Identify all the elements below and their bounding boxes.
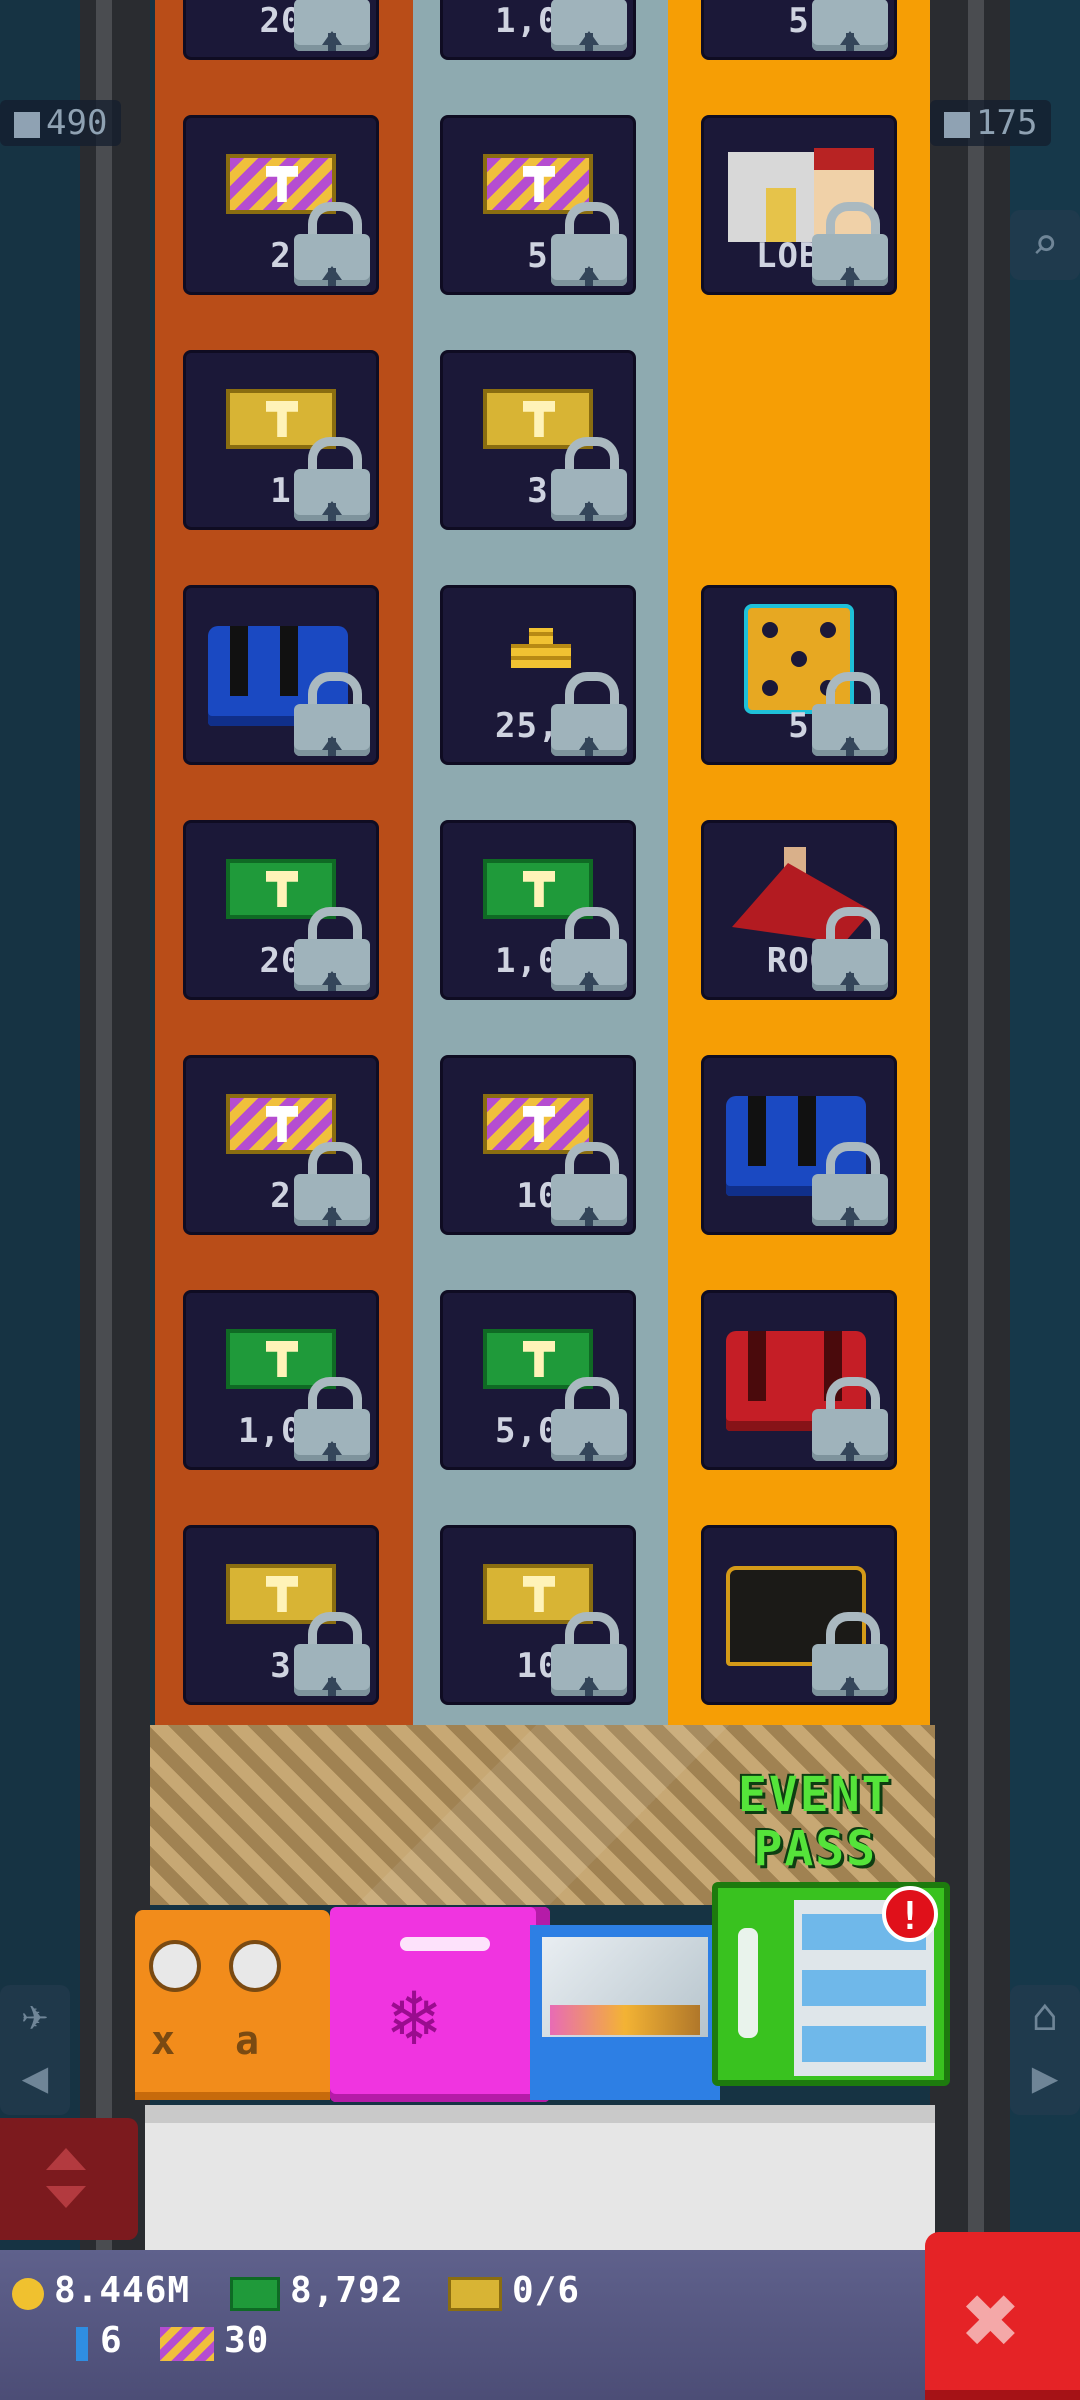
striped-ticket-resource: 30 — [160, 2320, 269, 2361]
reward-tile-gold-ticket[interactable]: 3 — [183, 1525, 379, 1705]
lock-icon — [551, 907, 627, 991]
cash-icon — [230, 2277, 280, 2311]
magnifier-icon: ⌕ — [1031, 219, 1059, 270]
lock-icon — [294, 1142, 370, 1226]
oven-glyph: a — [235, 2018, 260, 2064]
resource-bar: 8.446M 8,792 0/6 6 30 — [0, 2250, 925, 2400]
lobby-counter — [145, 2105, 935, 2250]
golden-ticket-icon — [448, 2277, 502, 2311]
arrow-down-icon — [46, 2186, 86, 2208]
reward-tile-cash[interactable]: 1,00 — [440, 820, 636, 1000]
elevator-button[interactable] — [0, 2118, 138, 2240]
lock-icon — [294, 0, 370, 51]
display-case[interactable] — [530, 1925, 720, 2100]
home-icon: ⌂ — [1031, 1990, 1059, 2041]
lock-icon — [294, 202, 370, 286]
reward-tile-cash[interactable]: 20 — [183, 0, 379, 60]
zoom-button[interactable]: ⌕ — [1010, 210, 1080, 280]
oven-knob-icon — [149, 1940, 201, 1992]
fridge-handle — [738, 1928, 758, 2038]
lock-icon — [551, 1142, 627, 1226]
reward-tile-lobby[interactable]: LOBB — [701, 115, 897, 295]
freezer-handle — [400, 1937, 490, 1951]
tickets-resource: 0/6 — [448, 2270, 580, 2311]
cash-resource: 8,792 — [230, 2270, 403, 2311]
reward-tile-cash[interactable]: 20 — [183, 820, 379, 1000]
left-wall-pillar — [96, 0, 112, 2250]
reward-tile-black-chest[interactable] — [701, 1525, 897, 1705]
building-icon — [944, 111, 970, 138]
reward-tile-striped-ticket[interactable]: 2 — [183, 1055, 379, 1235]
lock-icon — [812, 1142, 888, 1226]
reward-tile-blue-chest[interactable] — [701, 1055, 897, 1235]
reward-tile-gold-ticket[interactable]: 1 — [183, 350, 379, 530]
lock-icon — [812, 1612, 888, 1696]
close-icon: ✖ — [963, 2264, 1021, 2376]
lock-icon — [294, 672, 370, 756]
population-counter: 490 — [0, 100, 122, 146]
lock-icon — [551, 202, 627, 286]
oven-knob-icon — [229, 1940, 281, 1992]
reward-tile-cash[interactable]: 5,00 — [440, 1290, 636, 1470]
close-button[interactable]: ✖ — [925, 2232, 1080, 2400]
lock-icon — [812, 202, 888, 286]
arrow-up-icon — [46, 2148, 86, 2170]
lock-icon — [551, 437, 627, 521]
lock-icon — [551, 672, 627, 756]
reward-tile-coins[interactable]: 25,0 — [440, 585, 636, 765]
oven-machine[interactable]: x a — [135, 1910, 330, 2100]
lock-icon — [551, 1377, 627, 1461]
lock-icon — [812, 672, 888, 756]
lock-icon — [812, 1377, 888, 1461]
reward-tile-cash[interactable]: 5 — [701, 0, 897, 60]
reward-tile-striped-ticket[interactable]: 10 — [440, 1055, 636, 1235]
lock-icon — [294, 437, 370, 521]
reward-tile-roof[interactable]: ROO — [701, 820, 897, 1000]
left-nav-button[interactable]: ✈ ◀ — [0, 1985, 70, 2115]
lock-icon — [551, 0, 627, 51]
reward-tile-red-chest[interactable] — [701, 1290, 897, 1470]
oven-glyph: x — [151, 2018, 176, 2064]
chevron-right-icon: ▶ — [1031, 2052, 1059, 2103]
reward-tile-gold-ticket[interactable]: 10 — [440, 1525, 636, 1705]
reward-tile-blue-chest[interactable] — [183, 585, 379, 765]
coins-resource: 8.446M — [12, 2270, 190, 2311]
floor-counter: 175 — [930, 100, 1052, 146]
lock-icon — [812, 907, 888, 991]
event-pass-alert-badge: ! — [882, 1886, 938, 1942]
event-pass-title: EVENT PASS — [738, 1767, 893, 1877]
reward-tile-dice[interactable]: 5 — [701, 585, 897, 765]
bux-resource: 6 — [76, 2320, 123, 2361]
right-nav-button[interactable]: ⌂ ▶ — [1010, 1985, 1080, 2115]
lock-icon — [294, 907, 370, 991]
chevron-left-icon: ◀ — [21, 2052, 49, 2103]
freezer-machine[interactable]: ❄ — [330, 1907, 550, 2102]
lock-icon — [551, 1612, 627, 1696]
coin-icon — [12, 2278, 44, 2310]
lock-icon — [294, 1377, 370, 1461]
reward-tile-striped-ticket[interactable]: 5 — [440, 115, 636, 295]
display-food — [550, 2005, 700, 2035]
lock-icon — [812, 0, 888, 51]
reward-tile-gold-ticket[interactable]: 3 — [440, 350, 636, 530]
reward-tile-cash[interactable]: 1,00 — [183, 1290, 379, 1470]
snowflake-icon: ❄ — [390, 1970, 439, 2063]
striped-ticket-icon — [160, 2327, 214, 2361]
person-icon — [14, 111, 40, 138]
plane-icon: ✈ — [21, 1990, 49, 2041]
reward-tile-cash[interactable]: 1,00 — [440, 0, 636, 60]
right-wall-pillar — [968, 0, 984, 2250]
coin-stack-icon — [511, 628, 571, 668]
reward-tile-striped-ticket[interactable]: 2 — [183, 115, 379, 295]
bux-icon — [76, 2327, 88, 2361]
lock-icon — [294, 1612, 370, 1696]
